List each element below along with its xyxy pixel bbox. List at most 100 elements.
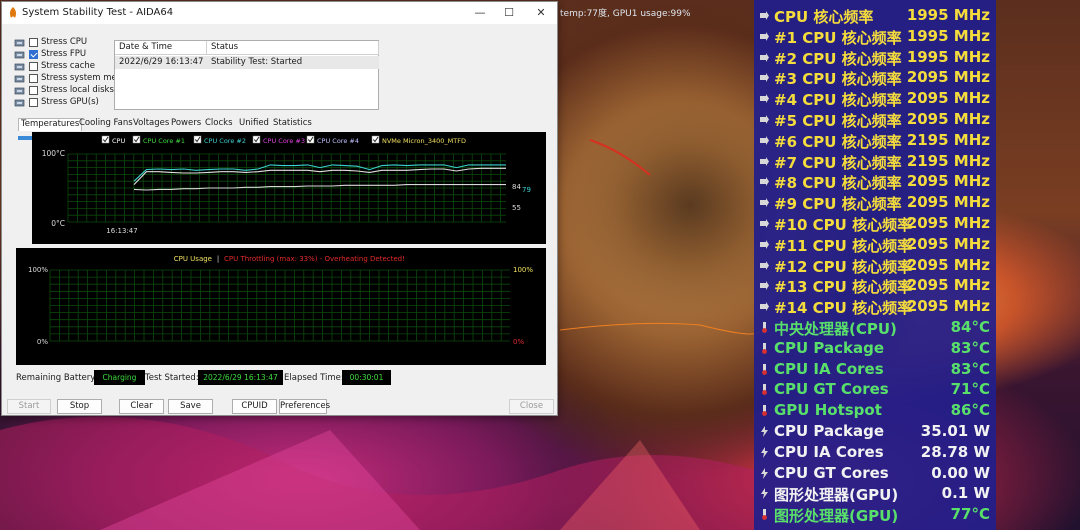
- osd-label: #6 CPU 核心频率: [774, 132, 902, 151]
- stress-checkbox[interactable]: [29, 50, 38, 59]
- stress-checkbox[interactable]: [29, 86, 38, 95]
- tab-voltages[interactable]: Voltages: [131, 118, 171, 131]
- osd-label: 中央处理器(CPU): [774, 320, 897, 338]
- chart-title-throttling: CPU Throttling (max: 33%) - Overheating …: [224, 255, 405, 263]
- temperature-chart: CPU CPU Core #1 CPU Core #2 CPU Core #3 CPU …: [32, 132, 546, 244]
- x-axis-label: 16:13:47: [106, 227, 137, 235]
- y-axis-right-bottom-label: 0%: [513, 338, 524, 346]
- stress-option-label: Stress FPU: [41, 49, 87, 59]
- legend-label: CPU: [112, 137, 125, 145]
- cache-icon: [14, 62, 25, 72]
- table-header-status[interactable]: Status: [207, 41, 379, 55]
- arrow-right-icon: [760, 73, 769, 83]
- tab-cooling-fans[interactable]: Cooling Fans: [77, 118, 135, 131]
- status-table: Date & Time Status 2022/6/29 16:13:47 St…: [114, 40, 379, 110]
- osd-row: #8 CPU 核心频率 2095 MHz: [754, 171, 996, 192]
- osd-label: #2 CPU 核心频率: [774, 49, 902, 68]
- stability-test-window: System Stability Test - AIDA64 — ☐ ✕ Str…: [1, 1, 558, 416]
- chart-title-cpu-usage: CPU Usage: [174, 255, 212, 263]
- close-window-button[interactable]: ✕: [528, 4, 554, 22]
- osd-label: #1 CPU 核心频率: [774, 28, 902, 47]
- osd-label: #5 CPU 核心频率: [774, 112, 902, 130]
- osd-label: #9 CPU 核心频率: [774, 195, 902, 214]
- osd-row: 中央处理器(CPU) 84°C: [754, 317, 996, 338]
- osd-label: #11 CPU 核心频率: [774, 236, 913, 255]
- y-axis-right-top-label: 100%: [513, 266, 533, 274]
- osd-value: 1995 MHz: [906, 6, 990, 24]
- osd-label: CPU Package: [774, 338, 885, 357]
- cpuid-button[interactable]: CPUID: [232, 399, 277, 414]
- maximize-button[interactable]: ☐: [496, 4, 522, 22]
- arrow-right-icon: [760, 260, 769, 270]
- arrow-right-icon: [760, 302, 769, 312]
- stress-checkbox[interactable]: [29, 74, 38, 83]
- osd-row: CPU GT Cores 0.00 W: [754, 463, 996, 484]
- osd-value: 77°C: [950, 505, 990, 524]
- osd-value: 2195 MHz: [906, 151, 990, 170]
- stress-option-label: Stress CPU: [41, 37, 88, 47]
- osd-row: 图形处理器(GPU) 0.1 W: [754, 483, 996, 504]
- tab-unified[interactable]: Unified: [237, 118, 271, 131]
- table-cell-status[interactable]: Stability Test: Started: [207, 56, 379, 69]
- memory-icon: [14, 74, 25, 84]
- tab-statistics[interactable]: Statistics: [271, 118, 314, 131]
- stress-checkbox[interactable]: [29, 62, 38, 71]
- table-cell-datetime[interactable]: 2022/6/29 16:13:47: [115, 56, 207, 69]
- osd-row: #14 CPU 核心频率 2095 MHz: [754, 296, 996, 317]
- arrow-right-icon: [760, 52, 769, 62]
- stress-checkbox[interactable]: [29, 98, 38, 107]
- tab-powers[interactable]: Powers: [169, 118, 203, 131]
- arrow-right-icon: [760, 177, 769, 187]
- osd-value: 2095 MHz: [906, 68, 990, 87]
- arrow-right-icon: [760, 135, 769, 145]
- osd-row: #1 CPU 核心频率 1995 MHz: [754, 26, 996, 47]
- osd-row: #4 CPU 核心频率 2095 MHz: [754, 88, 996, 109]
- thermometer-icon: [762, 509, 767, 521]
- arrow-right-icon: [760, 94, 769, 104]
- osd-row: CPU Package 83°C: [754, 338, 996, 359]
- minimize-button[interactable]: —: [467, 4, 493, 22]
- osd-label: #10 CPU 核心频率: [774, 216, 913, 234]
- start-button[interactable]: Start: [7, 399, 51, 414]
- power-icon: [761, 446, 768, 458]
- osd-row: #7 CPU 核心频率 2195 MHz: [754, 151, 996, 172]
- close-button[interactable]: Close: [509, 399, 554, 414]
- elapsed-time-label: Elapsed Time:: [284, 373, 344, 383]
- osd-row: #9 CPU 核心频率 2095 MHz: [754, 192, 996, 213]
- osd-value: 2095 MHz: [906, 297, 990, 316]
- osd-row: #5 CPU 核心频率 2095 MHz: [754, 109, 996, 130]
- preferences-button[interactable]: Preferences: [279, 399, 330, 414]
- test-started-label: Test Started:: [145, 373, 199, 383]
- osd-value: 2095 MHz: [906, 172, 990, 191]
- legend-label: CPU Core #3: [263, 137, 305, 145]
- osd-row: CPU IA Cores 28.78 W: [754, 442, 996, 463]
- save-button[interactable]: Save: [168, 399, 213, 414]
- stop-button[interactable]: Stop: [57, 399, 102, 414]
- osd-label: GPU Hotspot: [774, 401, 882, 420]
- clear-button[interactable]: Clear: [119, 399, 164, 414]
- osd-value: 2095 MHz: [906, 234, 990, 253]
- osd-row: #12 CPU 核心频率 2095 MHz: [754, 255, 996, 276]
- chart-title-separator: |: [217, 255, 219, 263]
- osd-label: CPU IA Cores: [774, 359, 884, 378]
- battery-value: Charging: [94, 370, 145, 385]
- end-value-label: 84: [512, 183, 521, 191]
- arrow-right-icon: [760, 239, 769, 249]
- osd-label: #14 CPU 核心频率: [774, 299, 913, 318]
- stress-option-label: Stress GPU(s): [41, 97, 99, 107]
- stress-option-label: Stress local disks: [41, 85, 114, 95]
- osd-label: #8 CPU 核心频率: [774, 174, 902, 193]
- osd-row: #10 CPU 核心频率 2095 MHz: [754, 213, 996, 234]
- y-axis-top-label: 100°C: [42, 149, 65, 158]
- osd-row: #13 CPU 核心频率 2095 MHz: [754, 275, 996, 296]
- stress-checkbox[interactable]: [29, 38, 38, 47]
- cpu-icon: [14, 38, 25, 48]
- table-header-datetime[interactable]: Date & Time: [115, 41, 207, 55]
- title-bar[interactable]: System Stability Test - AIDA64 — ☐ ✕: [2, 2, 557, 24]
- stress-option-label: Stress cache: [41, 61, 95, 71]
- tab-temperatures[interactable]: Temperatures: [18, 118, 83, 131]
- osd-row: #2 CPU 核心频率 1995 MHz: [754, 47, 996, 68]
- osd-value: 2095 MHz: [906, 89, 990, 108]
- tab-clocks[interactable]: Clocks: [203, 118, 235, 131]
- osd-label: #12 CPU 核心频率: [774, 257, 913, 276]
